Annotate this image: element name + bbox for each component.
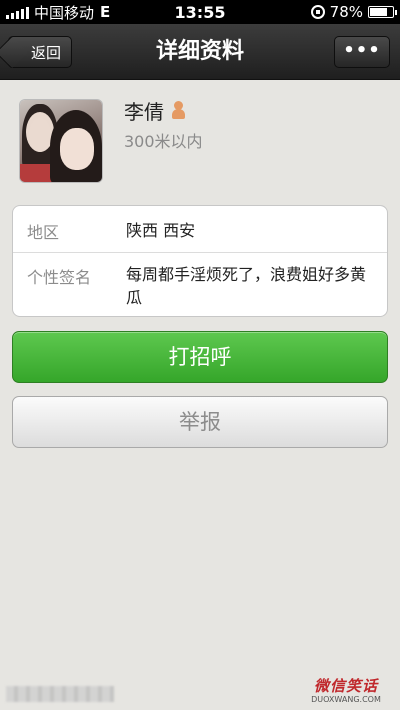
female-icon [170,101,186,119]
avatar[interactable] [20,100,102,182]
region-row: 地区 陕西 西安 [13,206,387,253]
back-button-label: 返回 [30,43,61,62]
info-card: 地区 陕西 西安 个性签名 每周都手淫烦死了，浪费姐好多黄瓜 [12,205,388,317]
signature-label: 个性签名 [27,268,92,287]
battery-icon [368,6,397,18]
signature-row: 个性签名 每周都手淫烦死了，浪费姐好多黄瓜 [13,253,387,317]
blurred-text [6,686,114,702]
network-type: E [100,3,111,21]
profile-name: 李倩 [124,100,164,124]
region-label: 地区 [27,223,60,242]
more-options-button[interactable]: ••• [334,36,390,68]
back-button[interactable]: 返回 [8,36,72,68]
say-hello-button[interactable]: 打招呼 [12,331,388,383]
battery-level-fill [370,8,388,16]
carrier-name: 中国移动 [34,3,95,22]
distance-text: 300米以内 [124,132,203,151]
battery-percent: 78% [329,3,363,21]
watermark-main-text: 微信笑话 [313,677,378,695]
watermark-sub-text: DUOXWANG.COM [311,695,381,704]
signal-strength-icon [6,6,29,19]
signature-value: 每周都手淫烦死了，浪费姐好多黄瓜 [126,265,367,307]
rotation-lock-icon [310,5,325,19]
watermark-logo: 微信笑话 DUOXWANG.COM [300,677,392,705]
navigation-bar: 返回 详细资料 ••• [0,24,400,80]
region-value: 陕西 西安 [126,221,196,240]
report-button[interactable]: 举报 [12,396,388,448]
status-bar: 中国移动 E 13:55 78% [0,0,400,24]
